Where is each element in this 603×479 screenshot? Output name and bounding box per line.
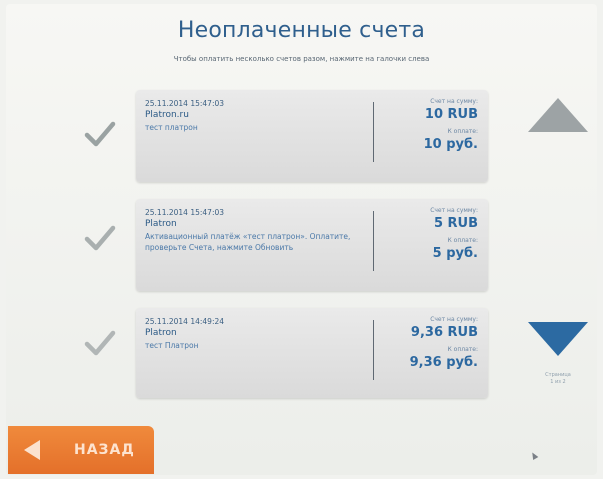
- back-button[interactable]: НАЗАД: [8, 426, 154, 474]
- check-icon: [84, 121, 116, 147]
- invoice-amount-caption: Счет на сумму:: [430, 316, 478, 323]
- pay-amount-caption: К оплате:: [447, 346, 478, 353]
- invoice-details: 25.11.2014 15:47:03 Platron Активационны…: [145, 207, 370, 253]
- invoice-amounts: Счет на сумму: 10 RUB К оплате: 10 руб.: [378, 98, 478, 152]
- invoice-merchant: Platron: [145, 219, 177, 229]
- invoice-description: тест платрон: [145, 123, 198, 132]
- invoice-amount-caption: Счет на сумму:: [430, 98, 478, 105]
- select-invoice-3-checkbox[interactable]: [84, 327, 116, 359]
- invoice-amounts: Счет на сумму: 5 RUB К оплате: 5 руб.: [378, 207, 478, 261]
- invoice-details: 25.11.2014 15:47:03 Platron.ru тест плат…: [145, 98, 370, 133]
- invoice-date: 25.11.2014 15:47:03: [145, 99, 225, 108]
- card-divider: [373, 211, 374, 271]
- invoice-merchant: Platron: [145, 328, 177, 338]
- invoice-date: 25.11.2014 15:47:03: [145, 208, 225, 217]
- page-indicator-count: 1 из 2: [550, 379, 566, 385]
- invoice-description: Активационный платёж «тест платрон». Опл…: [145, 232, 351, 252]
- check-icon: [84, 225, 116, 251]
- check-icon: [84, 330, 116, 356]
- page-indicator-label: Страница: [545, 372, 571, 378]
- invoice-merchant: Platron.ru: [145, 110, 189, 120]
- invoice-details: 25.11.2014 14:49:24 Platron тест Платрон: [145, 316, 370, 351]
- invoice-amounts: Счет на сумму: 9,36 RUB К оплате: 9,36 р…: [378, 316, 478, 370]
- pay-amount: 9,36 руб.: [409, 355, 478, 370]
- page-title: Неоплаченные счета: [177, 18, 426, 43]
- triangle-left-icon: [24, 440, 40, 460]
- invoice-date: 25.11.2014 14:49:24: [145, 317, 225, 326]
- scroll-down-button[interactable]: [528, 322, 588, 356]
- select-invoice-2-checkbox[interactable]: [84, 222, 116, 254]
- pay-amount: 10 руб.: [423, 137, 478, 152]
- invoice-description: тест Платрон: [145, 341, 199, 350]
- page-subtitle: Чтобы оплатить несколько счетов разом, н…: [173, 55, 430, 63]
- invoice-card-3[interactable]: 25.11.2014 14:49:24 Platron тест Платрон…: [136, 308, 488, 398]
- select-invoice-1-checkbox[interactable]: [84, 118, 116, 150]
- invoice-amount-caption: Счет на сумму:: [430, 207, 478, 214]
- pay-amount: 5 руб.: [432, 246, 478, 261]
- invoice-amount: 10 RUB: [424, 107, 478, 122]
- invoice-card-2[interactable]: 25.11.2014 15:47:03 Platron Активационны…: [136, 199, 488, 291]
- pay-amount-caption: К оплате:: [447, 237, 478, 244]
- back-button-label: НАЗАД: [74, 442, 135, 458]
- card-divider: [373, 320, 374, 380]
- invoice-amount: 9,36 RUB: [410, 325, 478, 340]
- invoice-amount: 5 RUB: [433, 216, 478, 231]
- invoice-card-1[interactable]: 25.11.2014 15:47:03 Platron.ru тест плат…: [136, 90, 488, 182]
- scroll-up-button[interactable]: [528, 98, 588, 132]
- pay-amount-caption: К оплате:: [447, 128, 478, 135]
- page-indicator: Страница 1 из 2: [528, 372, 588, 386]
- card-divider: [373, 102, 374, 162]
